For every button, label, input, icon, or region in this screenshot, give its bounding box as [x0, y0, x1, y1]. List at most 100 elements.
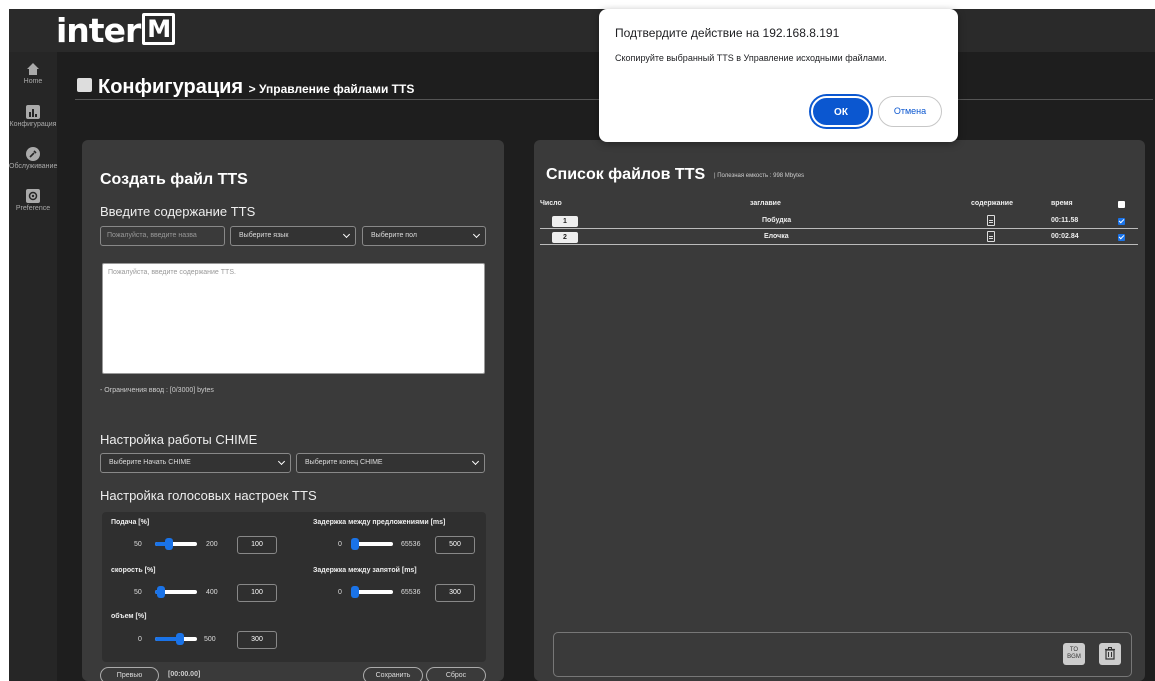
tts-file-list-panel: Список файлов TTS | Полезная емкость : 9… — [534, 140, 1145, 681]
voice-heading: Настройка голосовых настроек TTS — [100, 488, 317, 503]
slider-knob[interactable] — [176, 633, 185, 645]
save-button[interactable]: Сохранить — [363, 667, 423, 681]
page-title-text: Конфигурация — [98, 76, 244, 98]
volume-label: объем [%] — [111, 613, 147, 620]
ok-button[interactable]: ОК — [811, 96, 871, 127]
breadcrumb: > Управление файлами TTS — [248, 82, 415, 96]
page-title: Конфигурация > Управление файлами TTS — [77, 76, 414, 99]
pitch-value-input[interactable]: 100 — [237, 536, 277, 554]
dialog-title: Подтвердите действие на 192.168.8.191 — [615, 26, 840, 40]
chevron-down-icon — [471, 457, 480, 466]
sentence-delay-value-input[interactable]: 500 — [435, 536, 475, 554]
sidebar-item-maintenance[interactable]: Обслуживание — [9, 147, 57, 170]
pitch-label: Подача [%] — [111, 519, 150, 526]
sentence-delay-max: 65536 — [401, 541, 421, 548]
capacity-text: | Полезная емкость : 998 Mbytes — [714, 173, 805, 179]
pitch-slider[interactable] — [155, 538, 197, 550]
comma-delay-value-input[interactable]: 300 — [435, 584, 475, 602]
create-tts-panel: Создать файл TTS Введите содержание TTS … — [82, 140, 504, 681]
dialog-message: Скопируйте выбранный TTS в Управление ис… — [615, 53, 887, 63]
home-icon — [27, 63, 39, 75]
sidebar-item-configuration[interactable]: Конфигурация — [9, 105, 57, 128]
row-time: 00:02.84 — [1051, 233, 1079, 240]
gear-icon — [26, 189, 40, 203]
select-all-checkbox[interactable] — [1118, 201, 1125, 208]
chart-icon — [26, 105, 40, 119]
column-header-number: Число — [540, 200, 562, 207]
volume-slider[interactable] — [155, 633, 197, 645]
app-window: inter M Home Конфигурация Обслуживание Pr… — [9, 9, 1155, 681]
column-header-time: время — [1051, 200, 1073, 207]
column-header-content: содержание — [971, 200, 1013, 207]
cancel-button[interactable]: Отмена — [878, 96, 942, 127]
slider-knob[interactable] — [351, 586, 359, 598]
chime-start-select[interactable]: Выберите Начать CHIME — [100, 453, 291, 473]
document-icon[interactable] — [987, 231, 995, 242]
file-list-title: Список файлов TTS — [546, 166, 706, 183]
delete-button[interactable] — [1099, 643, 1121, 665]
tts-content-textarea[interactable]: Пожалуйста, введите содержание TTS. — [102, 263, 485, 374]
reset-button[interactable]: Сброс — [426, 667, 486, 681]
volume-max: 500 — [204, 636, 216, 643]
trash-icon — [1105, 647, 1115, 660]
sidebar-item-home[interactable]: Home — [9, 62, 57, 85]
sentence-delay-min: 0 — [338, 541, 342, 548]
row-time: 00:11.58 — [1051, 217, 1079, 224]
chart-icon — [77, 78, 92, 92]
slider-knob[interactable] — [351, 538, 359, 550]
chime-start-value: Выберите Начать CHIME — [109, 459, 191, 466]
row-title: Елочка — [764, 233, 789, 240]
comma-delay-max: 65536 — [401, 589, 421, 596]
chevron-down-icon — [277, 457, 286, 466]
logo-text: inter — [56, 11, 141, 50]
sidebar-item-label: Обслуживание — [9, 163, 58, 170]
slider-knob[interactable] — [164, 538, 173, 550]
list-action-bar: TO BGM — [553, 632, 1132, 677]
document-icon[interactable] — [987, 215, 995, 226]
sidebar-item-preference[interactable]: Preference — [9, 189, 57, 212]
chime-end-select[interactable]: Выберите конец CHIME — [296, 453, 485, 473]
voice-settings-box: Подача [%] 50 200 100 скорость [%] 50 40… — [102, 512, 486, 662]
preview-time: [00:00.00] — [168, 671, 201, 678]
intercom-logo[interactable]: inter M — [56, 11, 176, 50]
table-row[interactable]: 2 Елочка 00:02.84 — [540, 230, 1138, 245]
confirm-dialog: Подтвердите действие на 192.168.8.191 Ск… — [599, 9, 958, 142]
chevron-down-icon — [472, 230, 481, 239]
chime-heading: Настройка работы CHIME — [100, 432, 258, 447]
language-select[interactable]: Выберите язык — [230, 226, 356, 246]
speed-value-input[interactable]: 100 — [237, 584, 277, 602]
tts-name-input[interactable]: Пожалуйста, введите назва — [100, 226, 225, 246]
sentence-delay-slider[interactable] — [351, 538, 393, 550]
sidebar-item-label: Home — [23, 78, 43, 85]
chevron-down-icon — [342, 230, 351, 239]
top-bar: inter M — [9, 9, 1155, 52]
row-checkbox[interactable] — [1118, 234, 1125, 241]
row-title: Побудка — [762, 217, 792, 224]
row-checkbox[interactable] — [1118, 218, 1125, 225]
row-number: 1 — [552, 216, 578, 227]
to-bgm-button[interactable]: TO BGM — [1063, 643, 1085, 665]
row-number: 2 — [552, 232, 578, 243]
volume-min: 0 — [138, 636, 142, 643]
logo-mark: M — [142, 13, 176, 45]
pitch-max: 200 — [206, 541, 218, 548]
table-row[interactable]: 1 Побудка 00:11.58 — [540, 214, 1138, 229]
comma-delay-min: 0 — [338, 589, 342, 596]
create-tts-title: Создать файл TTS — [100, 171, 248, 188]
chime-end-value: Выберите конец CHIME — [305, 459, 383, 466]
speed-min: 50 — [134, 589, 142, 596]
volume-value-input[interactable]: 300 — [237, 631, 277, 649]
input-limit-text: - Ограничения ввод : [0/3000] bytes — [100, 387, 214, 394]
sidebar-item-label: Конфигурация — [9, 121, 57, 128]
sentence-delay-label: Задержка между предложениями [ms] — [313, 519, 446, 526]
language-select-value: Выберите язык — [239, 232, 289, 239]
preview-button[interactable]: Превью — [100, 667, 159, 681]
comma-delay-slider[interactable] — [351, 586, 393, 598]
gender-select[interactable]: Выберите пол — [362, 226, 486, 246]
wrench-icon — [26, 147, 40, 161]
gender-select-value: Выберите пол — [371, 232, 417, 239]
speed-slider[interactable] — [155, 586, 197, 598]
slider-knob[interactable] — [156, 586, 165, 598]
pitch-min: 50 — [134, 541, 142, 548]
content-heading: Введите содержание TTS — [100, 204, 256, 219]
